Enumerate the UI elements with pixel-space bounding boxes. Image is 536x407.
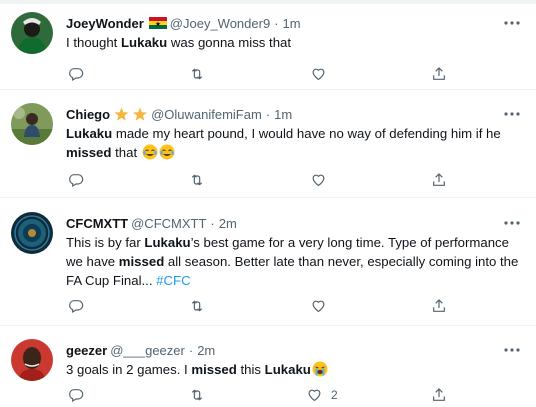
heart-icon: [312, 174, 325, 187]
joy-emoji-icon: [159, 144, 175, 160]
separator-dot: ·: [274, 15, 279, 31]
tweet-actions: 2: [0, 387, 536, 407]
more-icon[interactable]: [502, 105, 522, 123]
tweet-header: geezer @___geezer · 2m: [66, 341, 522, 359]
share-button[interactable]: [431, 66, 447, 82]
reply-icon: [69, 174, 84, 188]
tweet-header: JoeyWonder @Joey_Wonder9 · 1m: [66, 14, 522, 32]
tweet-header: CFCMXTT @CFCMXTT · 2m: [66, 214, 522, 232]
separator-dot: ·: [210, 215, 215, 231]
user-handle[interactable]: @OluwanifemiFam: [151, 107, 262, 122]
hashtag-link[interactable]: #CFC: [156, 273, 190, 288]
heart-icon: [312, 300, 325, 313]
retweet-button[interactable]: [188, 172, 206, 188]
display-name[interactable]: geezer: [66, 343, 107, 358]
heart-icon: [312, 68, 325, 81]
like-button[interactable]: 2: [306, 387, 338, 403]
tweet-actions: [0, 172, 536, 192]
share-icon: [433, 67, 445, 80]
more-icon[interactable]: [502, 14, 522, 32]
share-icon: [433, 388, 445, 401]
tweet-actions: [0, 298, 536, 318]
display-name[interactable]: Chiego: [66, 107, 110, 122]
share-button[interactable]: [431, 387, 447, 403]
share-icon: [433, 173, 445, 186]
retweet-icon: [191, 300, 203, 312]
avatar[interactable]: [11, 103, 53, 145]
more-icon[interactable]: [502, 214, 522, 232]
reply-button[interactable]: [68, 172, 84, 188]
timestamp[interactable]: 2m: [197, 343, 215, 358]
retweet-button[interactable]: [188, 387, 206, 403]
ghana-flag-icon: [148, 17, 167, 29]
share-icon: [433, 299, 445, 312]
avatar[interactable]: [11, 212, 53, 254]
tweet-text: This is by far Lukaku’s best game for a …: [66, 235, 519, 288]
avatar[interactable]: [11, 339, 53, 381]
tweet-header: Chiego @OluwanifemiFam · 1m: [66, 105, 522, 123]
stars-badge-icon: [114, 107, 148, 122]
user-handle[interactable]: @Joey_Wonder9: [170, 16, 270, 31]
retweet-button[interactable]: [188, 298, 206, 314]
tweet-feed: JoeyWonder @Joey_Wonder9 · 1m I thought …: [0, 0, 536, 407]
user-handle[interactable]: @CFCMXTT: [131, 216, 206, 231]
user-handle[interactable]: @___geezer: [110, 343, 185, 358]
tweet-text: 3 goals in 2 games. I missed this Lukaku: [66, 360, 522, 379]
avatar[interactable]: [11, 12, 53, 54]
tweet[interactable]: CFCMXTT @CFCMXTT · 2m This is by far Luk…: [0, 198, 536, 326]
retweet-button[interactable]: [188, 66, 206, 82]
like-button[interactable]: [310, 172, 327, 188]
tweet-text: Lukaku made my heart pound, I would have…: [66, 126, 501, 160]
share-button[interactable]: [431, 172, 447, 188]
tweet[interactable]: geezer @___geezer · 2m 3 goals in 2 game…: [0, 326, 536, 407]
share-button[interactable]: [431, 298, 447, 314]
like-count: 2: [331, 388, 338, 402]
like-button[interactable]: [310, 298, 327, 314]
sob-emoji-icon: [312, 361, 328, 377]
display-name[interactable]: JoeyWonder: [66, 16, 144, 31]
retweet-icon: [191, 174, 203, 186]
separator-dot: ·: [265, 106, 271, 122]
retweet-icon: [191, 389, 203, 401]
reply-icon: [69, 389, 84, 403]
timestamp[interactable]: 2m: [219, 216, 237, 231]
reply-button[interactable]: [68, 387, 84, 403]
reply-button[interactable]: [68, 66, 84, 82]
tweet-actions: [0, 66, 536, 86]
tweet[interactable]: Chiego @OluwanifemiFam · 1m Lukaku made …: [0, 90, 536, 198]
separator-dot: ·: [188, 342, 194, 358]
tweet[interactable]: JoeyWonder @Joey_Wonder9 · 1m I thought …: [0, 4, 536, 90]
reply-button[interactable]: [68, 298, 84, 314]
timestamp[interactable]: 1m: [283, 16, 301, 31]
joy-emoji-icon: [142, 144, 158, 160]
tweet-text: I thought Lukaku was gonna miss that: [66, 35, 292, 50]
timestamp[interactable]: 1m: [274, 107, 292, 122]
reply-icon: [69, 68, 84, 82]
like-button[interactable]: [310, 66, 327, 82]
reply-icon: [69, 300, 84, 314]
heart-icon: [308, 389, 321, 402]
retweet-icon: [191, 68, 203, 80]
more-icon[interactable]: [502, 341, 522, 359]
display-name[interactable]: CFCMXTT: [66, 216, 128, 231]
